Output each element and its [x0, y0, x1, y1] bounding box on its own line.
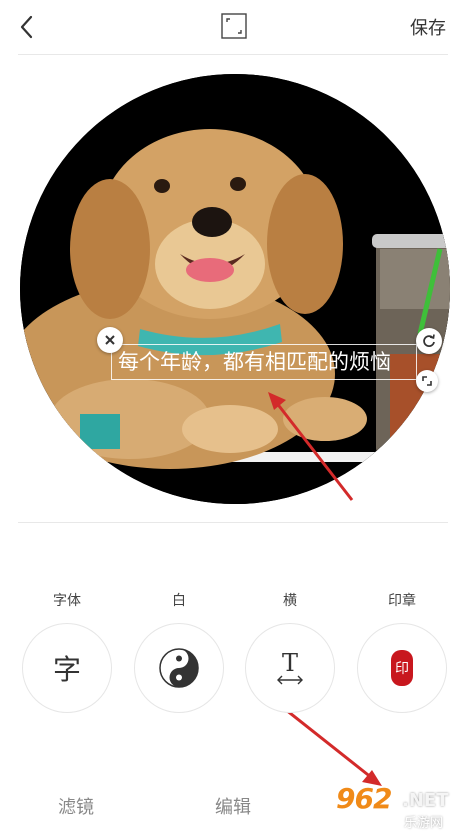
- watermark-subtitle: 乐游网: [404, 816, 444, 831]
- divider: [18, 522, 448, 523]
- rotate-icon: [423, 334, 435, 347]
- tool-label-color: 白: [172, 593, 186, 609]
- divider: [18, 54, 448, 55]
- seal-tool-button[interactable]: 印: [357, 623, 447, 713]
- crop-button[interactable]: [221, 13, 247, 39]
- close-icon: [105, 335, 115, 345]
- seal-glyph: 印: [395, 661, 409, 677]
- photo-preview[interactable]: [20, 74, 450, 504]
- tab-filter[interactable]: 滤镜: [58, 793, 94, 819]
- double-arrow-icon: [277, 675, 303, 685]
- resize-caption-handle[interactable]: [416, 370, 438, 392]
- direction-tool-button[interactable]: T: [245, 623, 335, 713]
- caption-text-box[interactable]: 每个年龄，都有相匹配的烦恼: [111, 344, 417, 380]
- tool-label-font: 字体: [53, 593, 81, 609]
- color-tool-button[interactable]: [134, 623, 224, 713]
- rotate-caption-handle[interactable]: [416, 328, 442, 354]
- puppy-photo-image: [20, 74, 450, 504]
- font-tool-button[interactable]: 字: [22, 623, 112, 713]
- site-watermark-logo: 962 .NET 乐游网: [330, 778, 468, 833]
- yin-yang-icon: [159, 648, 199, 688]
- back-button[interactable]: [14, 12, 42, 42]
- font-glyph: 字: [52, 653, 81, 686]
- watermark-suffix: .NET: [402, 790, 449, 811]
- save-button[interactable]: 保存: [410, 14, 446, 40]
- tool-label-seal: 印章: [388, 593, 416, 609]
- top-bar: 保存: [0, 0, 468, 54]
- seal-stamp-icon: 印: [391, 650, 413, 686]
- resize-icon: [422, 376, 432, 386]
- crop-frame-icon: [221, 13, 247, 39]
- text-glyph: T: [281, 649, 298, 677]
- chevron-left-icon: [20, 15, 33, 39]
- tool-label-direction: 横: [283, 593, 297, 609]
- tab-edit[interactable]: 编辑: [215, 793, 251, 819]
- watermark-number: 962: [336, 782, 392, 815]
- remove-caption-button[interactable]: [97, 327, 123, 353]
- horizontal-text-icon: T: [275, 651, 305, 685]
